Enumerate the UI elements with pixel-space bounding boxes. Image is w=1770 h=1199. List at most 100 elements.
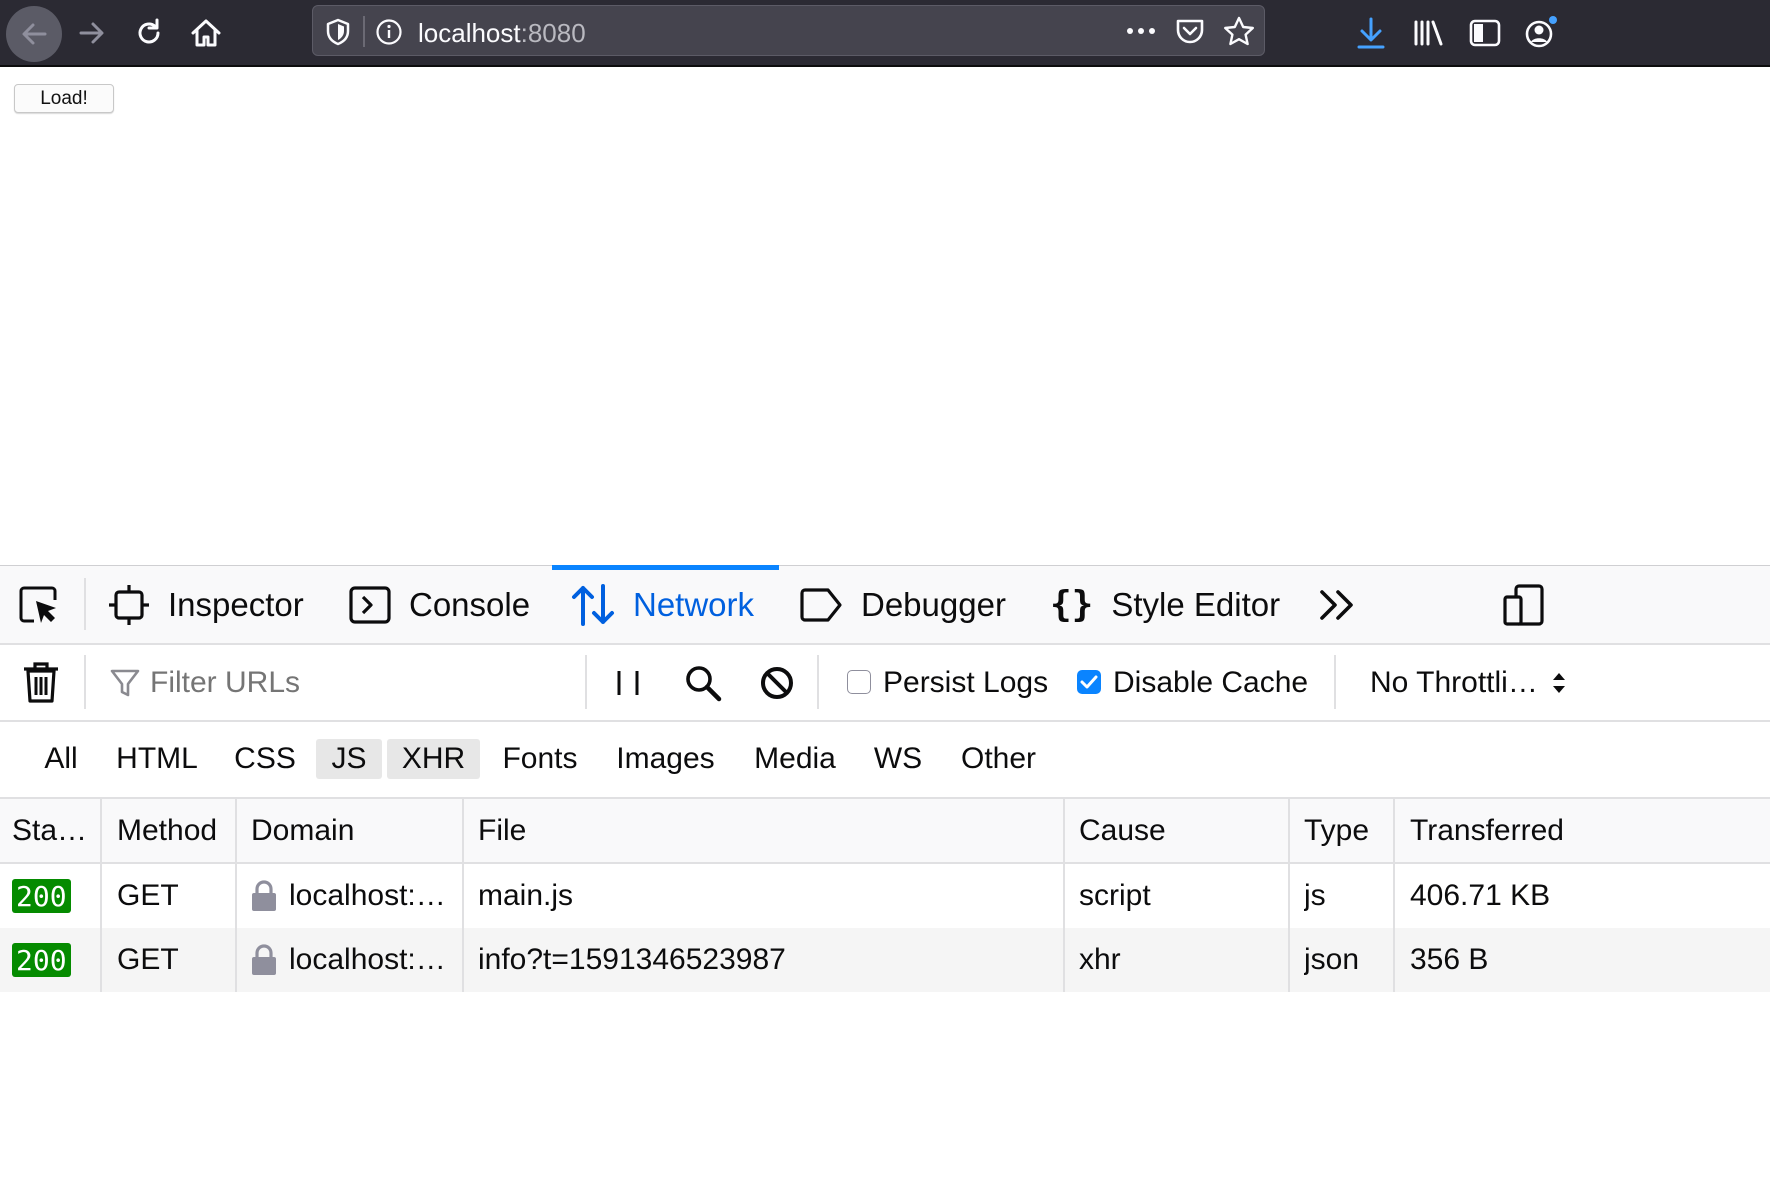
- element-picker-icon: [19, 586, 57, 623]
- persist-logs-checkbox[interactable]: [847, 670, 871, 694]
- tab-style-editor[interactable]: {} Style Editor: [1050, 566, 1280, 643]
- tab-inspector[interactable]: Inspector: [108, 566, 304, 643]
- trash-icon: [24, 661, 58, 703]
- tab-style-editor-label: Style Editor: [1111, 585, 1281, 623]
- filter-xhr[interactable]: XHR: [387, 739, 480, 779]
- column-status[interactable]: Sta…: [12, 799, 87, 862]
- filter-ws[interactable]: WS: [867, 739, 929, 779]
- transferred-cell: 356 B: [1410, 943, 1489, 976]
- column-file[interactable]: File: [478, 799, 526, 862]
- search-icon: [686, 665, 722, 701]
- filter-urls-input[interactable]: [150, 645, 580, 720]
- table-row[interactable]: 200 GET localhost:… info?t=1591346523987…: [0, 928, 1770, 992]
- domain-cell: localhost:…: [251, 928, 446, 992]
- block-icon: [761, 666, 793, 699]
- persist-logs-label[interactable]: Persist Logs: [883, 645, 1048, 720]
- domain-cell: localhost:…: [251, 864, 446, 928]
- search-button[interactable]: [684, 645, 722, 720]
- network-toolbar: Persist Logs Disable Cache No Throttli…: [0, 645, 1770, 722]
- checkmark-icon: [1080, 675, 1098, 689]
- column-method[interactable]: Method: [117, 799, 217, 862]
- reload-button[interactable]: [127, 11, 171, 55]
- forward-button[interactable]: [70, 11, 114, 55]
- filter-css[interactable]: CSS: [228, 739, 302, 779]
- filter-all[interactable]: All: [36, 739, 86, 779]
- tab-network-label: Network: [633, 585, 755, 623]
- back-button[interactable]: [6, 6, 62, 62]
- url-text[interactable]: localhost:8080: [418, 18, 586, 49]
- pocket-icon[interactable]: [1175, 17, 1205, 45]
- load-button[interactable]: Load!: [14, 84, 114, 113]
- domain-text: localhost:…: [289, 943, 446, 976]
- tab-separator: [84, 578, 86, 630]
- column-type[interactable]: Type: [1304, 799, 1369, 862]
- filter-js[interactable]: JS: [316, 739, 382, 779]
- status-cell: 200: [12, 864, 71, 928]
- bookmark-star-icon[interactable]: [1223, 16, 1255, 46]
- url-separator: [363, 16, 365, 47]
- domain-text: localhost:…: [289, 879, 446, 912]
- table-header: Sta… Method Domain File Cause Type Trans…: [0, 799, 1770, 864]
- home-icon: [191, 19, 221, 47]
- devtools-panel: Inspector Console Network Debugger {} St…: [0, 565, 1770, 1199]
- account-icon: [1525, 16, 1557, 48]
- column-domain[interactable]: Domain: [251, 799, 354, 862]
- column-divider[interactable]: [235, 799, 237, 992]
- shield-icon[interactable]: [325, 18, 351, 46]
- library-button[interactable]: [1406, 11, 1450, 55]
- debugger-icon: [800, 587, 842, 622]
- responsive-design-button[interactable]: [1502, 566, 1564, 643]
- table-row[interactable]: 200 GET localhost:… main.js script js 40…: [0, 864, 1770, 928]
- account-button[interactable]: [1519, 11, 1563, 55]
- network-icon: [572, 583, 614, 626]
- filter-html[interactable]: HTML: [108, 739, 206, 779]
- disable-cache-checkbox[interactable]: [1077, 670, 1101, 694]
- library-icon: [1414, 20, 1443, 46]
- url-bar[interactable]: localhost:8080: [312, 5, 1265, 56]
- pause-button[interactable]: [614, 645, 642, 720]
- tab-console[interactable]: Console: [349, 566, 530, 643]
- column-divider[interactable]: [462, 799, 464, 992]
- type-cell: js: [1304, 879, 1326, 912]
- filter-media[interactable]: Media: [745, 739, 845, 779]
- filter-images[interactable]: Images: [608, 739, 723, 779]
- filter-fonts[interactable]: Fonts: [494, 739, 586, 779]
- arrow-right-icon: [79, 22, 104, 44]
- transferred-cell: 406.71 KB: [1410, 879, 1551, 912]
- throttling-value: No Throttli…: [1370, 665, 1538, 699]
- throttling-select[interactable]: No Throttli…: [1370, 645, 1566, 720]
- browser-toolbar: localhost:8080: [0, 0, 1770, 67]
- devtools-tab-bar: Inspector Console Network Debugger {} St…: [0, 566, 1770, 645]
- home-button[interactable]: [184, 11, 228, 55]
- active-tab-indicator: [552, 565, 779, 570]
- sidebar-button[interactable]: [1463, 11, 1507, 55]
- disable-cache-label[interactable]: Disable Cache: [1113, 645, 1308, 720]
- column-divider[interactable]: [100, 799, 102, 992]
- column-divider[interactable]: [1063, 799, 1065, 992]
- column-divider[interactable]: [1393, 799, 1395, 992]
- download-icon: [1357, 17, 1385, 49]
- status-badge: 200: [12, 943, 71, 977]
- tab-debugger[interactable]: Debugger: [799, 566, 1006, 643]
- type-cell: json: [1304, 943, 1360, 976]
- cause-cell: xhr: [1079, 943, 1121, 976]
- column-cause[interactable]: Cause: [1079, 799, 1166, 862]
- column-divider[interactable]: [1288, 799, 1290, 992]
- tab-network[interactable]: Network: [571, 566, 754, 643]
- clear-button[interactable]: [22, 645, 60, 720]
- tab-debugger-label: Debugger: [861, 585, 1006, 623]
- url-host: localhost: [418, 18, 521, 48]
- element-picker-button[interactable]: [18, 566, 80, 643]
- info-icon[interactable]: [375, 18, 403, 46]
- column-transferred[interactable]: Transferred: [1410, 799, 1564, 862]
- filter-other[interactable]: Other: [951, 739, 1046, 779]
- double-chevron-right-icon: [1320, 589, 1353, 620]
- downloads-button[interactable]: [1349, 11, 1393, 55]
- block-button[interactable]: [759, 645, 795, 720]
- style-editor-icon: {}: [1050, 584, 1094, 625]
- lock-icon: [252, 944, 276, 975]
- lock-icon: [252, 880, 276, 911]
- more-actions-icon[interactable]: [1125, 20, 1157, 42]
- status-cell: 200: [12, 928, 71, 992]
- more-tools-button[interactable]: [1318, 566, 1376, 643]
